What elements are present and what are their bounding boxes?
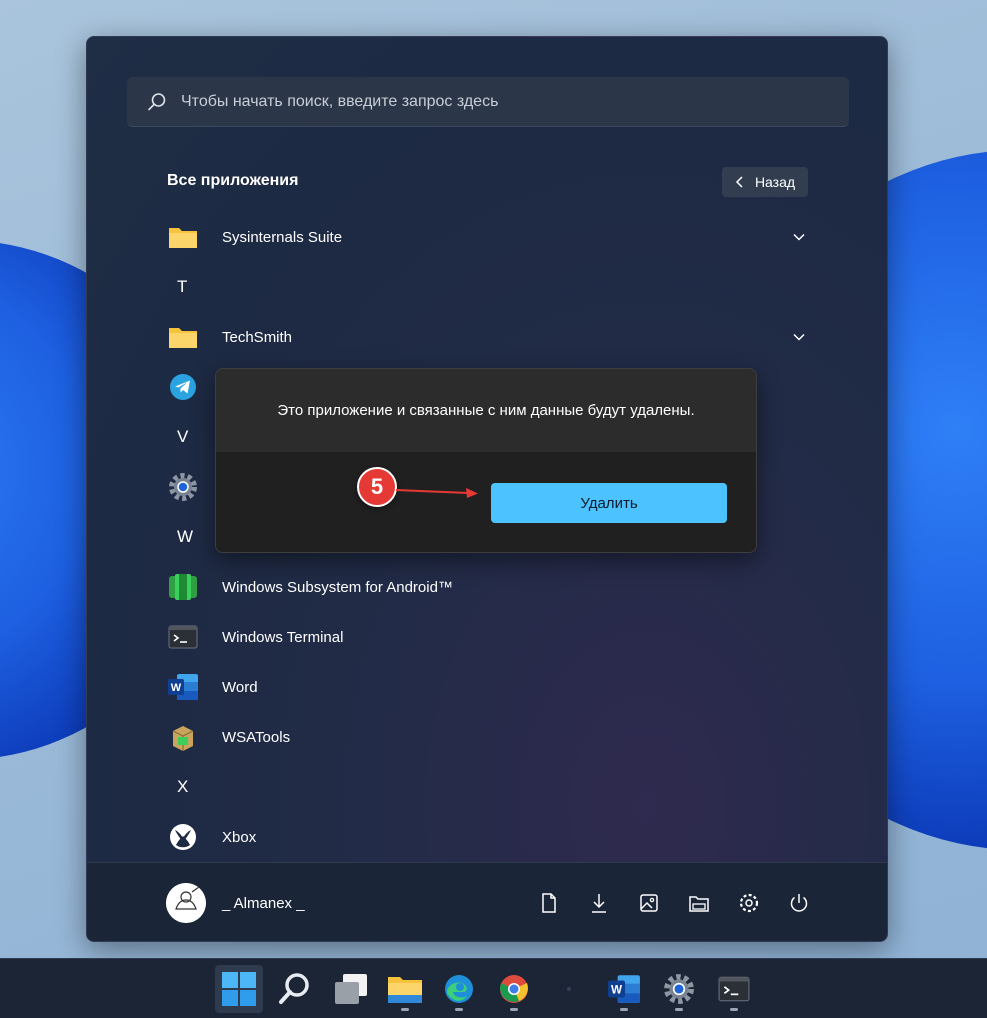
start-footer: _ Almanex _	[87, 862, 887, 941]
list-item-wsatools[interactable]: WSATools	[87, 712, 887, 762]
search-icon	[148, 92, 166, 110]
settings-icon[interactable]	[737, 891, 761, 915]
settings-icon	[664, 974, 694, 1004]
letter-header-t[interactable]: T	[87, 262, 887, 312]
letter-label: X	[177, 777, 189, 796]
task-view-icon	[335, 974, 367, 1004]
annotation-arrow-icon	[396, 488, 478, 498]
list-item-windows-terminal[interactable]: Windows Terminal	[87, 612, 887, 662]
chevron-down-icon[interactable]	[792, 330, 806, 344]
username[interactable]: _ Almanex _	[222, 895, 305, 912]
download-icon[interactable]	[587, 891, 611, 915]
letter-label: V	[177, 427, 189, 446]
taskbar-running-indicator	[675, 1008, 683, 1011]
list-item-techsmith[interactable]: TechSmith	[87, 312, 887, 362]
search-icon	[279, 973, 309, 1004]
taskbar-running-indicator	[401, 1008, 409, 1011]
letter-label: W	[177, 527, 194, 546]
back-button-label: Назад	[754, 174, 796, 190]
image-icon[interactable]	[637, 891, 661, 915]
dialog-message: Это приложение и связанные с ним данные …	[216, 369, 756, 452]
list-item-sysinternals[interactable]: Sysinternals Suite	[87, 212, 887, 262]
svg-text:W: W	[171, 682, 182, 694]
document-icon[interactable]	[537, 891, 561, 915]
chevron-left-icon	[735, 176, 743, 188]
folder-icon	[167, 221, 199, 253]
search-box[interactable]: Чтобы начать поиск, введите запрос здесь	[127, 77, 849, 127]
gear-icon	[167, 471, 199, 503]
taskbar-chrome[interactable]	[490, 965, 538, 1013]
app-label: Windows Subsystem for Android™	[222, 578, 453, 596]
app-label: Sysinternals Suite	[222, 228, 343, 246]
user-avatar-icon	[166, 883, 206, 923]
taskbar-edge[interactable]	[435, 965, 483, 1013]
taskbar-terminal[interactable]	[710, 965, 758, 1013]
taskbar-search[interactable]	[271, 965, 319, 1013]
all-apps-title: Все приложения	[167, 172, 299, 189]
file-explorer-icon[interactable]	[687, 891, 711, 915]
edge-icon	[445, 975, 473, 1003]
svg-text:W: W	[611, 983, 622, 996]
chevron-down-icon[interactable]	[792, 230, 806, 244]
terminal-icon	[167, 621, 199, 653]
telegram-icon	[167, 371, 199, 403]
word-icon: W	[167, 671, 199, 703]
word-icon: W	[608, 975, 640, 1003]
taskbar-settings[interactable]	[655, 965, 703, 1013]
xbox-icon	[167, 821, 199, 853]
app-label: Windows Terminal	[222, 628, 344, 646]
app-label: WSATools	[222, 728, 291, 746]
package-icon	[167, 721, 199, 753]
taskbar-word[interactable]: W	[600, 965, 648, 1013]
delete-button[interactable]: Удалить	[491, 483, 727, 523]
letter-label: T	[177, 277, 188, 296]
app-label: Xbox	[222, 828, 257, 846]
taskbar-running-indicator	[620, 1008, 628, 1011]
taskbar-running-indicator	[455, 1008, 463, 1011]
step-badge: 5	[357, 467, 397, 507]
list-item-xbox[interactable]: Xbox	[87, 812, 887, 862]
taskbar-file-explorer[interactable]	[381, 965, 429, 1013]
back-button[interactable]: Назад	[722, 167, 808, 197]
power-icon[interactable]	[787, 891, 811, 915]
chrome-icon	[500, 975, 528, 1003]
search-placeholder: Чтобы начать поиск, введите запрос здесь	[181, 92, 499, 110]
taskbar-running-indicator	[510, 1008, 518, 1011]
android-subsystem-icon	[167, 571, 199, 603]
folder-icon	[167, 321, 199, 353]
app-label: TechSmith	[222, 328, 293, 346]
start-icon	[222, 972, 256, 1006]
dialog-actions: Удалить	[216, 452, 756, 552]
avatar[interactable]	[166, 883, 206, 923]
letter-header-x[interactable]: X	[87, 762, 887, 812]
taskbar: W	[0, 958, 987, 1018]
taskbar-start[interactable]	[215, 965, 263, 1013]
list-item-windows-subsystem-android[interactable]: Windows Subsystem for Android™	[87, 562, 887, 612]
taskbar-app[interactable]	[545, 965, 593, 1013]
file-explorer-icon	[388, 977, 422, 1003]
app-icon	[567, 987, 571, 991]
taskbar-running-indicator	[730, 1008, 738, 1011]
taskbar-task-view[interactable]	[327, 965, 375, 1013]
terminal-icon	[718, 976, 750, 1002]
app-label: Word	[222, 678, 258, 696]
uninstall-dialog: Это приложение и связанные с ним данные …	[215, 368, 757, 553]
list-item-word[interactable]: W Word	[87, 662, 887, 712]
